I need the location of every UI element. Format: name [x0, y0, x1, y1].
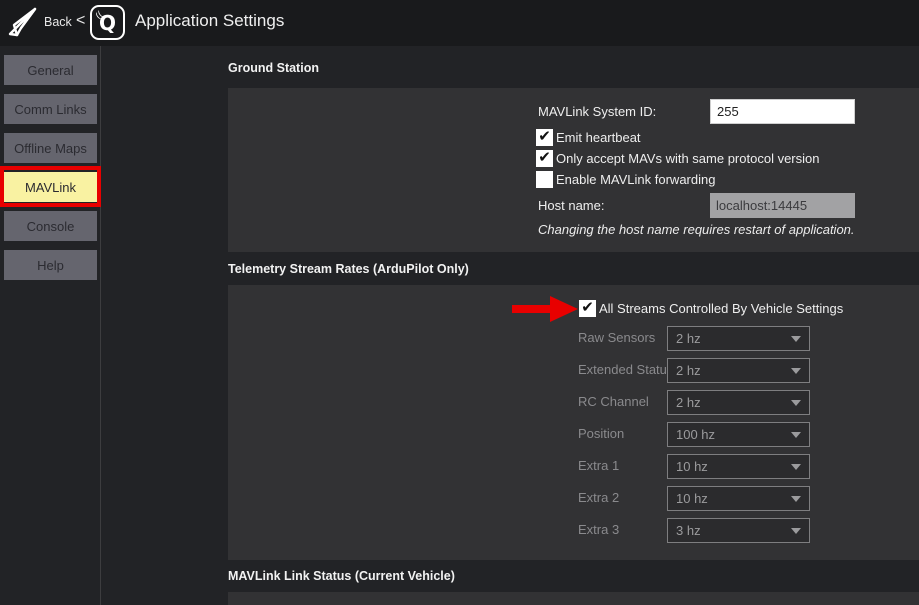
page-title: Application Settings — [135, 11, 284, 31]
dropdown-position[interactable]: 100 hz — [667, 422, 810, 447]
qgc-app-icon: (( Q — [90, 5, 125, 40]
link-status-panel — [228, 592, 919, 605]
stream-label-extra-1: Extra 1 — [578, 458, 619, 473]
sidebar-item-comm-links[interactable]: Comm Links — [4, 94, 97, 124]
host-name-input[interactable] — [710, 193, 855, 218]
dropdown-extra-3[interactable]: 3 hz — [667, 518, 810, 543]
section-header-ground-station: Ground Station — [228, 61, 319, 75]
telemetry-panel: ✔ All Streams Controlled By Vehicle Sett… — [228, 285, 919, 560]
chevron-down-icon — [791, 400, 801, 406]
stream-label-extended-status: Extended Status — [578, 362, 673, 377]
application-settings-window: Back < (( Q Application Settings General… — [0, 0, 919, 605]
back-chevron-icon[interactable]: < — [76, 12, 85, 30]
checkbox-checked-icon: ✔ — [579, 300, 596, 317]
section-header-telemetry: Telemetry Stream Rates (ArduPilot Only) — [228, 262, 469, 276]
ground-station-panel: MAVLink System ID: ✔ Emit heartbeat ✔ On… — [228, 88, 919, 252]
dropdown-extra-1[interactable]: 10 hz — [667, 454, 810, 479]
checkbox-label: All Streams Controlled By Vehicle Settin… — [599, 301, 843, 316]
dropdown-raw-sensors[interactable]: 2 hz — [667, 326, 810, 351]
sidebar-item-help[interactable]: Help — [4, 250, 97, 280]
checkbox-enable-mavlink-forwarding[interactable]: Enable MAVLink forwarding — [536, 171, 715, 188]
checkbox-only-accept-same-protocol[interactable]: ✔ Only accept MAVs with same protocol ve… — [536, 150, 819, 167]
dropdown-rc-channel[interactable]: 2 hz — [667, 390, 810, 415]
system-id-label: MAVLink System ID: — [538, 104, 656, 119]
stream-label-extra-2: Extra 2 — [578, 490, 619, 505]
qgc-plane-logo-icon — [4, 4, 42, 42]
host-name-label: Host name: — [538, 198, 604, 213]
checkbox-label: Enable MAVLink forwarding — [556, 172, 715, 187]
sidebar-item-offline-maps[interactable]: Offline Maps — [4, 133, 97, 163]
checkbox-label: Emit heartbeat — [556, 130, 641, 145]
chevron-down-icon — [791, 432, 801, 438]
chevron-down-icon — [791, 336, 801, 342]
sidebar-item-console[interactable]: Console — [4, 211, 97, 241]
sidebar-divider — [100, 46, 101, 605]
chevron-down-icon — [791, 496, 801, 502]
restart-note: Changing the host name requires restart … — [538, 222, 855, 237]
sidebar-item-general[interactable]: General — [4, 55, 97, 85]
stream-label-position: Position — [578, 426, 624, 441]
back-button[interactable]: Back — [44, 15, 72, 29]
chevron-down-icon — [791, 528, 801, 534]
checkbox-checked-icon: ✔ — [536, 150, 553, 167]
checkbox-unchecked-icon — [536, 171, 553, 188]
checkbox-emit-heartbeat[interactable]: ✔ Emit heartbeat — [536, 129, 641, 146]
checkbox-all-streams-controlled[interactable]: ✔ All Streams Controlled By Vehicle Sett… — [579, 300, 843, 317]
system-id-input[interactable] — [710, 99, 855, 124]
checkbox-checked-icon: ✔ — [536, 129, 553, 146]
sidebar-item-mavlink[interactable]: MAVLink — [4, 172, 97, 202]
chevron-down-icon — [791, 368, 801, 374]
dropdown-extended-status[interactable]: 2 hz — [667, 358, 810, 383]
stream-label-raw-sensors: Raw Sensors — [578, 330, 655, 345]
dropdown-extra-2[interactable]: 10 hz — [667, 486, 810, 511]
stream-label-rc-channel: RC Channel — [578, 394, 649, 409]
top-bar: Back < (( Q Application Settings — [0, 0, 919, 46]
stream-label-extra-3: Extra 3 — [578, 522, 619, 537]
section-header-link-status: MAVLink Link Status (Current Vehicle) — [228, 569, 455, 583]
chevron-down-icon — [791, 464, 801, 470]
checkbox-label: Only accept MAVs with same protocol vers… — [556, 151, 819, 166]
